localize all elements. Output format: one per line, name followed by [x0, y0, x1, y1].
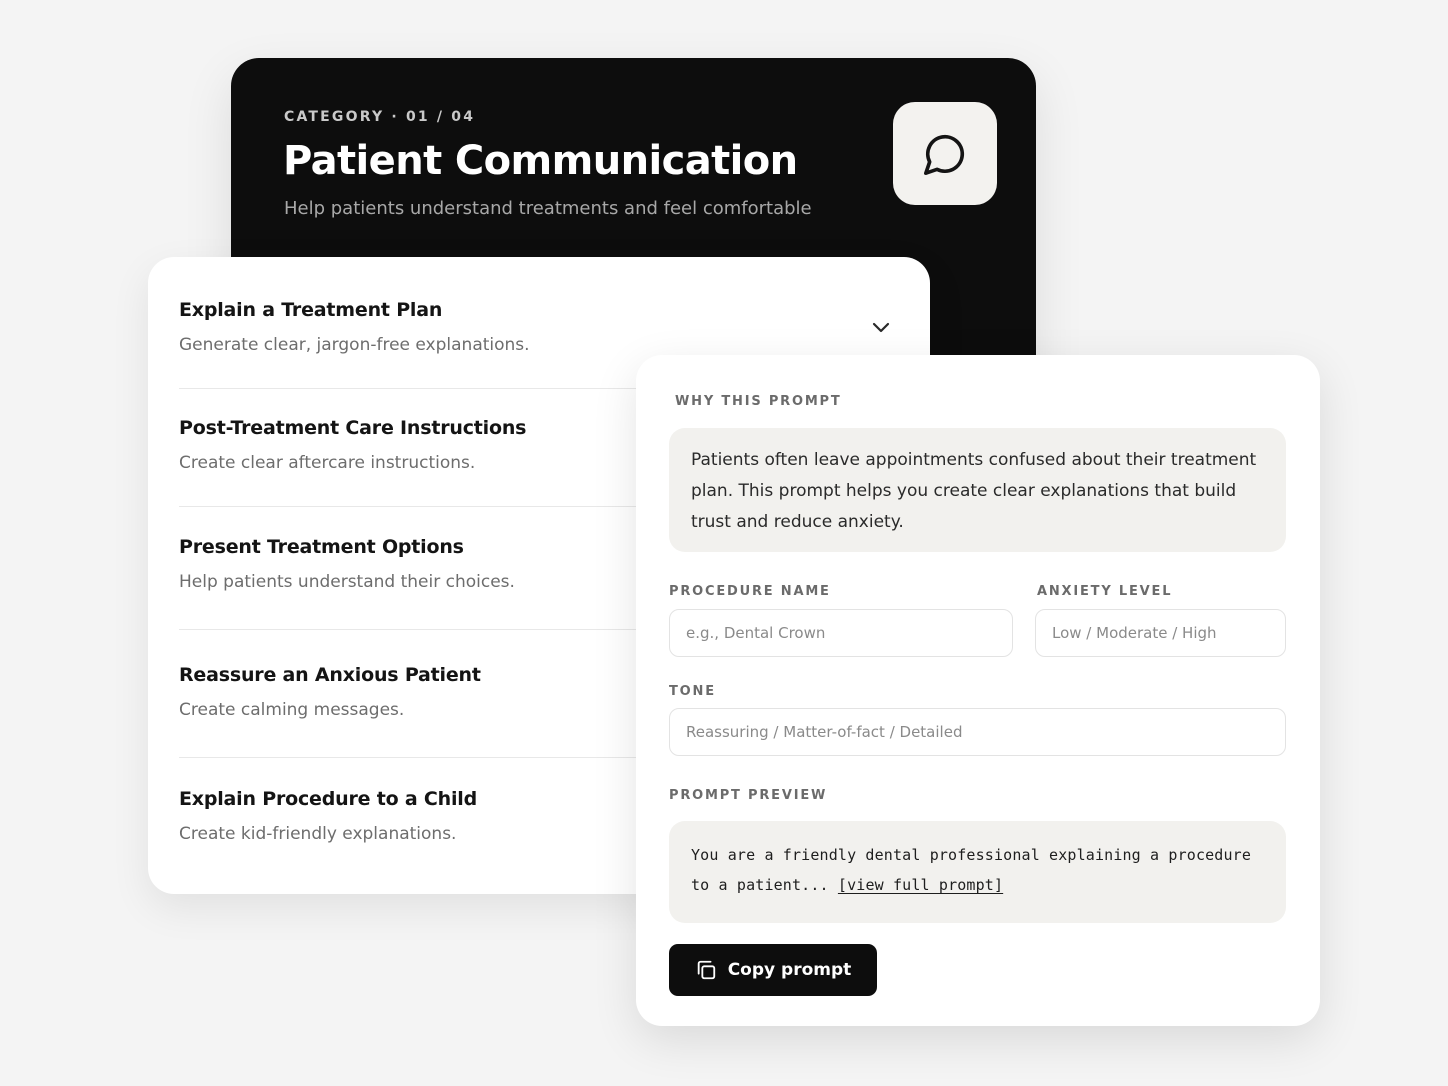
why-this-prompt-text: Patients often leave appointments confus… — [669, 428, 1286, 552]
chat-bubble-icon — [924, 134, 965, 175]
category-subtitle: Help patients understand treatments and … — [284, 198, 812, 219]
procedure-name-input[interactable] — [669, 609, 1013, 657]
prompt-item-title: Post-Treatment Care Instructions — [179, 417, 527, 439]
tone-input[interactable] — [669, 708, 1286, 756]
copy-icon — [697, 960, 715, 980]
category-title: Patient Communication — [283, 138, 798, 184]
why-this-prompt-label: WHY THIS PROMPT — [675, 394, 842, 409]
category-eyebrow: CATEGORY · 01 / 04 — [284, 109, 476, 125]
copy-prompt-label: Copy prompt — [727, 960, 852, 980]
prompt-item-description: Create clear aftercare instructions. — [179, 453, 476, 473]
view-full-prompt-link[interactable]: [view full prompt] — [838, 876, 1003, 894]
prompt-item-title: Explain Procedure to a Child — [179, 788, 478, 810]
prompt-item-description: Create calming messages. — [179, 700, 405, 720]
anxiety-level-input[interactable] — [1035, 609, 1286, 657]
anxiety-level-label: ANXIETY LEVEL — [1037, 584, 1173, 599]
prompt-item-description: Help patients understand their choices. — [179, 572, 515, 592]
prompt-item-description: Generate clear, jargon-free explanations… — [179, 335, 530, 355]
prompt-preview-box: You are a friendly dental professional e… — [669, 821, 1286, 923]
prompt-detail-card: WHY THIS PROMPT Patients often leave app… — [636, 355, 1320, 1026]
prompt-preview-label: PROMPT PREVIEW — [669, 788, 828, 803]
tone-label: TONE — [669, 684, 716, 699]
copy-prompt-button[interactable]: Copy prompt — [669, 944, 877, 996]
procedure-name-label: PROCEDURE NAME — [669, 584, 831, 599]
chevron-down-icon[interactable] — [870, 319, 892, 335]
prompt-item-title: Present Treatment Options — [179, 536, 464, 558]
prompt-item-description: Create kid-friendly explanations. — [179, 824, 457, 844]
prompt-item-title: Reassure an Anxious Patient — [179, 664, 481, 686]
category-icon-tile — [893, 102, 997, 205]
prompt-item-title: Explain a Treatment Plan — [179, 299, 443, 321]
